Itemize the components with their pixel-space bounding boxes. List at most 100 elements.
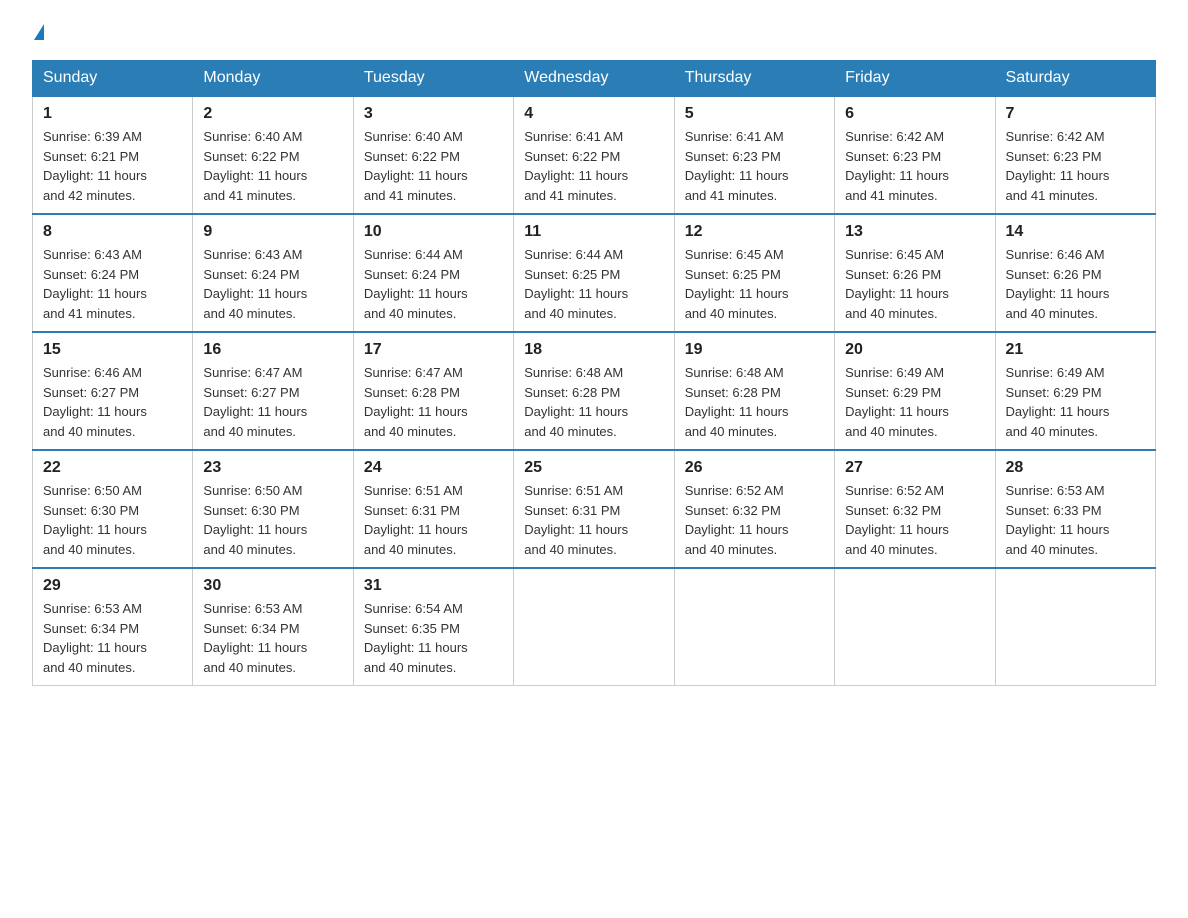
- day-info: Sunrise: 6:40 AM Sunset: 6:22 PM Dayligh…: [364, 127, 503, 205]
- day-info: Sunrise: 6:52 AM Sunset: 6:32 PM Dayligh…: [845, 481, 984, 559]
- day-info: Sunrise: 6:49 AM Sunset: 6:29 PM Dayligh…: [1006, 363, 1145, 441]
- day-number: 11: [524, 223, 663, 241]
- calendar-cell: [835, 568, 995, 686]
- col-header-thursday: Thursday: [674, 61, 834, 97]
- col-header-saturday: Saturday: [995, 61, 1155, 97]
- calendar-cell: 11 Sunrise: 6:44 AM Sunset: 6:25 PM Dayl…: [514, 214, 674, 332]
- day-info: Sunrise: 6:52 AM Sunset: 6:32 PM Dayligh…: [685, 481, 824, 559]
- calendar-cell: 10 Sunrise: 6:44 AM Sunset: 6:24 PM Dayl…: [353, 214, 513, 332]
- calendar-cell: [514, 568, 674, 686]
- calendar-cell: 17 Sunrise: 6:47 AM Sunset: 6:28 PM Dayl…: [353, 332, 513, 450]
- calendar-cell: [995, 568, 1155, 686]
- day-info: Sunrise: 6:49 AM Sunset: 6:29 PM Dayligh…: [845, 363, 984, 441]
- day-number: 31: [364, 577, 503, 595]
- week-row-1: 1 Sunrise: 6:39 AM Sunset: 6:21 PM Dayli…: [33, 96, 1156, 214]
- day-number: 14: [1006, 223, 1145, 241]
- calendar-cell: 3 Sunrise: 6:40 AM Sunset: 6:22 PM Dayli…: [353, 96, 513, 214]
- calendar-cell: 26 Sunrise: 6:52 AM Sunset: 6:32 PM Dayl…: [674, 450, 834, 568]
- col-header-friday: Friday: [835, 61, 995, 97]
- day-info: Sunrise: 6:42 AM Sunset: 6:23 PM Dayligh…: [845, 127, 984, 205]
- day-number: 17: [364, 341, 503, 359]
- day-number: 2: [203, 105, 342, 123]
- page-header: [32, 24, 1156, 40]
- week-row-4: 22 Sunrise: 6:50 AM Sunset: 6:30 PM Dayl…: [33, 450, 1156, 568]
- calendar-cell: 29 Sunrise: 6:53 AM Sunset: 6:34 PM Dayl…: [33, 568, 193, 686]
- day-number: 12: [685, 223, 824, 241]
- day-info: Sunrise: 6:45 AM Sunset: 6:26 PM Dayligh…: [845, 245, 984, 323]
- day-info: Sunrise: 6:53 AM Sunset: 6:34 PM Dayligh…: [43, 599, 182, 677]
- day-info: Sunrise: 6:40 AM Sunset: 6:22 PM Dayligh…: [203, 127, 342, 205]
- day-number: 13: [845, 223, 984, 241]
- day-number: 15: [43, 341, 182, 359]
- day-number: 27: [845, 459, 984, 477]
- day-info: Sunrise: 6:43 AM Sunset: 6:24 PM Dayligh…: [203, 245, 342, 323]
- day-info: Sunrise: 6:50 AM Sunset: 6:30 PM Dayligh…: [43, 481, 182, 559]
- day-info: Sunrise: 6:44 AM Sunset: 6:25 PM Dayligh…: [524, 245, 663, 323]
- calendar-cell: 14 Sunrise: 6:46 AM Sunset: 6:26 PM Dayl…: [995, 214, 1155, 332]
- header-row: SundayMondayTuesdayWednesdayThursdayFrid…: [33, 61, 1156, 97]
- calendar-cell: 25 Sunrise: 6:51 AM Sunset: 6:31 PM Dayl…: [514, 450, 674, 568]
- day-number: 10: [364, 223, 503, 241]
- day-number: 20: [845, 341, 984, 359]
- logo: [32, 24, 44, 40]
- day-number: 5: [685, 105, 824, 123]
- week-row-5: 29 Sunrise: 6:53 AM Sunset: 6:34 PM Dayl…: [33, 568, 1156, 686]
- day-number: 29: [43, 577, 182, 595]
- calendar-cell: 6 Sunrise: 6:42 AM Sunset: 6:23 PM Dayli…: [835, 96, 995, 214]
- col-header-tuesday: Tuesday: [353, 61, 513, 97]
- day-info: Sunrise: 6:41 AM Sunset: 6:22 PM Dayligh…: [524, 127, 663, 205]
- calendar-cell: 24 Sunrise: 6:51 AM Sunset: 6:31 PM Dayl…: [353, 450, 513, 568]
- day-number: 16: [203, 341, 342, 359]
- day-info: Sunrise: 6:51 AM Sunset: 6:31 PM Dayligh…: [364, 481, 503, 559]
- day-info: Sunrise: 6:44 AM Sunset: 6:24 PM Dayligh…: [364, 245, 503, 323]
- week-row-3: 15 Sunrise: 6:46 AM Sunset: 6:27 PM Dayl…: [33, 332, 1156, 450]
- col-header-monday: Monday: [193, 61, 353, 97]
- day-info: Sunrise: 6:41 AM Sunset: 6:23 PM Dayligh…: [685, 127, 824, 205]
- day-number: 24: [364, 459, 503, 477]
- calendar-cell: 30 Sunrise: 6:53 AM Sunset: 6:34 PM Dayl…: [193, 568, 353, 686]
- calendar-cell: 16 Sunrise: 6:47 AM Sunset: 6:27 PM Dayl…: [193, 332, 353, 450]
- day-info: Sunrise: 6:50 AM Sunset: 6:30 PM Dayligh…: [203, 481, 342, 559]
- day-number: 30: [203, 577, 342, 595]
- col-header-wednesday: Wednesday: [514, 61, 674, 97]
- col-header-sunday: Sunday: [33, 61, 193, 97]
- day-number: 22: [43, 459, 182, 477]
- day-number: 6: [845, 105, 984, 123]
- day-number: 7: [1006, 105, 1145, 123]
- calendar-cell: 1 Sunrise: 6:39 AM Sunset: 6:21 PM Dayli…: [33, 96, 193, 214]
- day-info: Sunrise: 6:39 AM Sunset: 6:21 PM Dayligh…: [43, 127, 182, 205]
- calendar-cell: 18 Sunrise: 6:48 AM Sunset: 6:28 PM Dayl…: [514, 332, 674, 450]
- calendar-cell: 5 Sunrise: 6:41 AM Sunset: 6:23 PM Dayli…: [674, 96, 834, 214]
- day-info: Sunrise: 6:48 AM Sunset: 6:28 PM Dayligh…: [524, 363, 663, 441]
- day-number: 4: [524, 105, 663, 123]
- calendar-cell: 19 Sunrise: 6:48 AM Sunset: 6:28 PM Dayl…: [674, 332, 834, 450]
- day-info: Sunrise: 6:51 AM Sunset: 6:31 PM Dayligh…: [524, 481, 663, 559]
- day-number: 1: [43, 105, 182, 123]
- calendar-cell: 2 Sunrise: 6:40 AM Sunset: 6:22 PM Dayli…: [193, 96, 353, 214]
- day-number: 25: [524, 459, 663, 477]
- day-number: 28: [1006, 459, 1145, 477]
- calendar-cell: 12 Sunrise: 6:45 AM Sunset: 6:25 PM Dayl…: [674, 214, 834, 332]
- day-info: Sunrise: 6:45 AM Sunset: 6:25 PM Dayligh…: [685, 245, 824, 323]
- week-row-2: 8 Sunrise: 6:43 AM Sunset: 6:24 PM Dayli…: [33, 214, 1156, 332]
- calendar-cell: 4 Sunrise: 6:41 AM Sunset: 6:22 PM Dayli…: [514, 96, 674, 214]
- day-info: Sunrise: 6:53 AM Sunset: 6:33 PM Dayligh…: [1006, 481, 1145, 559]
- day-info: Sunrise: 6:43 AM Sunset: 6:24 PM Dayligh…: [43, 245, 182, 323]
- day-number: 18: [524, 341, 663, 359]
- day-number: 26: [685, 459, 824, 477]
- day-info: Sunrise: 6:47 AM Sunset: 6:27 PM Dayligh…: [203, 363, 342, 441]
- calendar-cell: 28 Sunrise: 6:53 AM Sunset: 6:33 PM Dayl…: [995, 450, 1155, 568]
- day-info: Sunrise: 6:42 AM Sunset: 6:23 PM Dayligh…: [1006, 127, 1145, 205]
- calendar-cell: 9 Sunrise: 6:43 AM Sunset: 6:24 PM Dayli…: [193, 214, 353, 332]
- day-number: 9: [203, 223, 342, 241]
- day-info: Sunrise: 6:47 AM Sunset: 6:28 PM Dayligh…: [364, 363, 503, 441]
- day-number: 21: [1006, 341, 1145, 359]
- day-info: Sunrise: 6:48 AM Sunset: 6:28 PM Dayligh…: [685, 363, 824, 441]
- calendar-cell: 13 Sunrise: 6:45 AM Sunset: 6:26 PM Dayl…: [835, 214, 995, 332]
- day-info: Sunrise: 6:46 AM Sunset: 6:27 PM Dayligh…: [43, 363, 182, 441]
- calendar-cell: 7 Sunrise: 6:42 AM Sunset: 6:23 PM Dayli…: [995, 96, 1155, 214]
- day-info: Sunrise: 6:54 AM Sunset: 6:35 PM Dayligh…: [364, 599, 503, 677]
- calendar-cell: 8 Sunrise: 6:43 AM Sunset: 6:24 PM Dayli…: [33, 214, 193, 332]
- day-number: 3: [364, 105, 503, 123]
- calendar-cell: 21 Sunrise: 6:49 AM Sunset: 6:29 PM Dayl…: [995, 332, 1155, 450]
